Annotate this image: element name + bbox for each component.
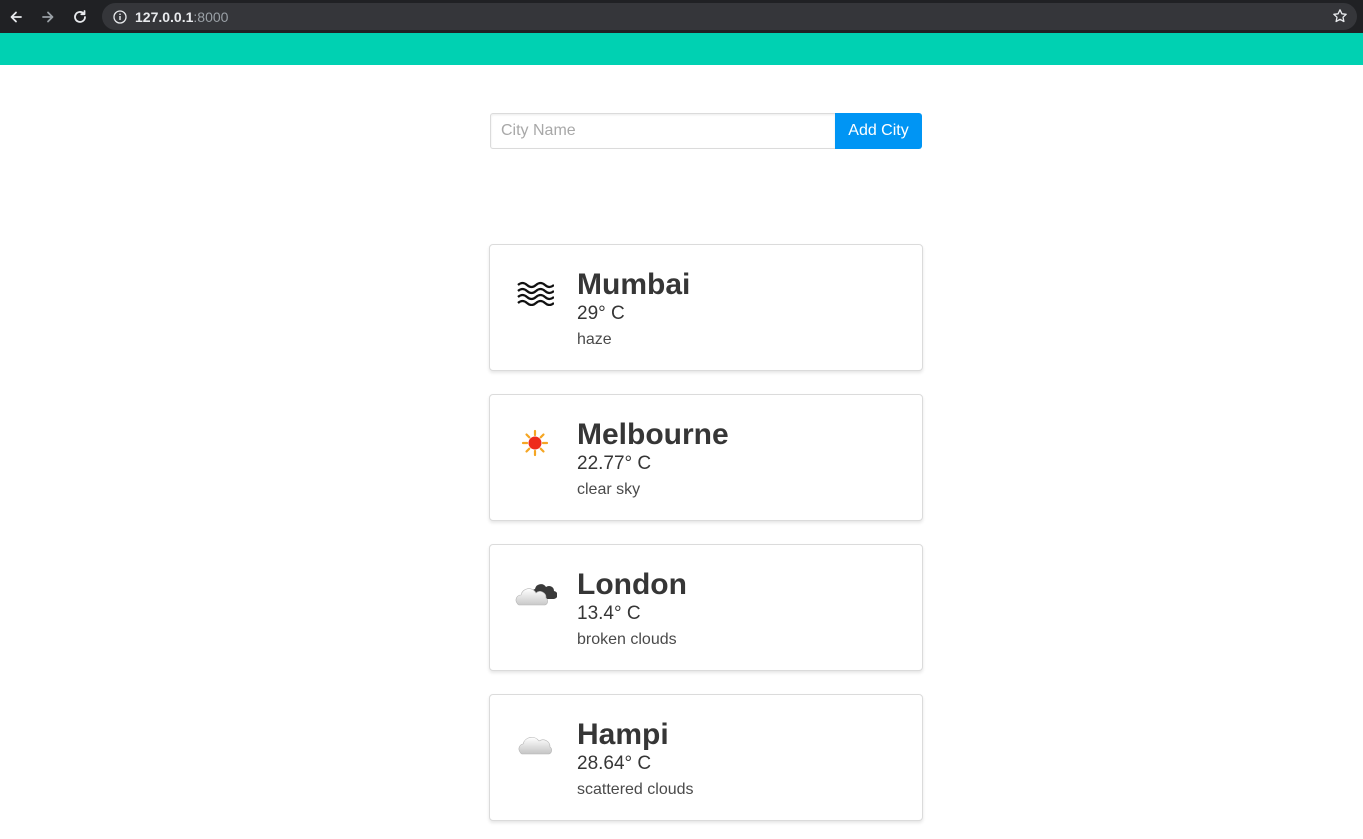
bookmark-star-icon[interactable] — [1332, 8, 1348, 24]
forward-button[interactable] — [32, 0, 64, 33]
sun-icon — [513, 421, 557, 465]
city-temperature: 22.77° C — [577, 453, 652, 474]
add-city-button[interactable]: Add City — [835, 113, 922, 149]
back-button[interactable] — [0, 0, 32, 33]
info-icon[interactable] — [113, 9, 127, 24]
browser-toolbar: 127.0.0.1:8000 — [0, 0, 1363, 33]
broken-clouds-icon — [513, 571, 557, 615]
reload-icon — [74, 9, 86, 23]
add-city-form: Add City — [490, 113, 922, 149]
city-name-input[interactable] — [490, 113, 835, 149]
city-temperature: 28.64° C — [577, 753, 652, 774]
weather-description: broken clouds — [577, 631, 677, 648]
back-arrow-icon — [10, 11, 22, 22]
city-temperature: 13.4° C — [577, 603, 641, 624]
forward-arrow-icon — [42, 11, 54, 22]
city-name: London — [577, 568, 687, 601]
city-temperature: 29° C — [577, 303, 625, 324]
cloud-icon — [513, 721, 557, 765]
weather-card: Melbourne 22.77° C clear sky — [489, 394, 923, 521]
url-host: 127.0.0.1 — [135, 8, 194, 25]
address-bar[interactable]: 127.0.0.1:8000 — [102, 3, 1357, 30]
city-name: Mumbai — [577, 268, 691, 301]
weather-card: Mumbai 29° C haze — [489, 244, 923, 371]
haze-icon — [513, 271, 557, 315]
weather-description: scattered clouds — [577, 781, 694, 798]
weather-description: haze — [577, 331, 612, 348]
weather-card: London 13.4° C broken clouds — [489, 544, 923, 671]
city-name: Hampi — [577, 718, 669, 751]
hero-banner — [0, 33, 1363, 65]
city-name: Melbourne — [577, 418, 729, 451]
reload-button[interactable] — [64, 0, 96, 33]
weather-description: clear sky — [577, 481, 641, 498]
url-port: :8000 — [193, 8, 229, 25]
weather-card: Hampi 28.64° C scattered clouds — [489, 694, 923, 821]
